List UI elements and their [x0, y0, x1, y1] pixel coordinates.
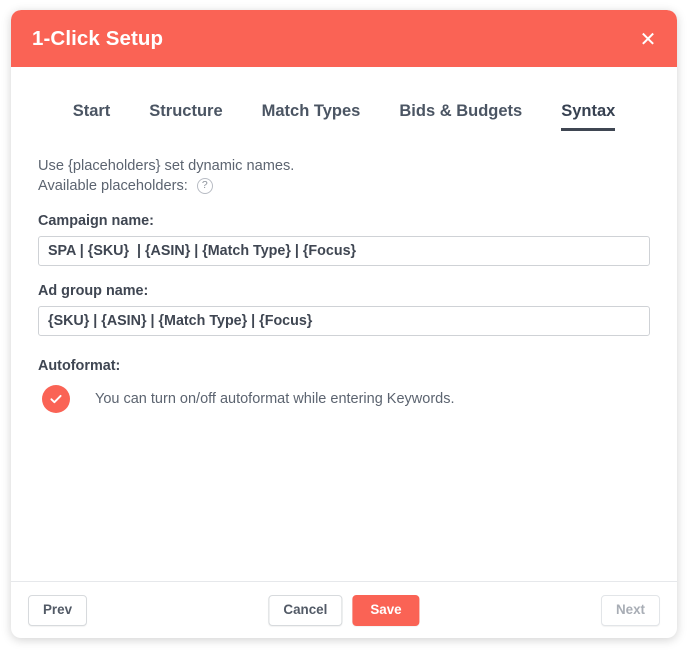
autoformat-label: Autoformat:	[38, 357, 121, 374]
dialog-header: 1-Click Setup ✕	[11, 10, 677, 67]
footer-center-actions: Cancel Save	[268, 594, 420, 626]
cancel-button[interactable]: Cancel	[268, 594, 343, 626]
intro-line-2-row: Available placeholders: ?	[38, 176, 650, 196]
next-button[interactable]: Next	[600, 594, 660, 626]
ad-group-name-label: Ad group name:	[38, 282, 149, 299]
save-button[interactable]: Save	[352, 594, 420, 626]
ad-group-name-group: Ad group name:	[38, 283, 650, 336]
autoformat-description: You can turn on/off autoformat while ent…	[95, 390, 455, 407]
campaign-name-label: Campaign name:	[38, 212, 154, 229]
check-icon	[50, 394, 62, 403]
syntax-panel: Use {placeholders} set dynamic names. Av…	[11, 156, 677, 413]
autoformat-checkbox[interactable]	[42, 384, 70, 413]
tab-match-types[interactable]: Match Types	[262, 102, 361, 128]
tab-start[interactable]: Start	[73, 102, 111, 128]
wizard-tabs: Start Structure Match Types Bids & Budge…	[11, 67, 677, 131]
close-icon[interactable]: ✕	[636, 27, 660, 51]
prev-button[interactable]: Prev	[28, 594, 88, 626]
campaign-name-input[interactable]	[38, 235, 650, 266]
one-click-setup-dialog: 1-Click Setup ✕ Start Structure Match Ty…	[11, 10, 677, 638]
dialog-body: Start Structure Match Types Bids & Budge…	[11, 67, 677, 581]
dialog-title: 1-Click Setup	[32, 26, 164, 50]
dialog-footer: Prev Cancel Save Next	[11, 581, 677, 638]
intro-text: Use {placeholders} set dynamic names. Av…	[38, 156, 650, 196]
ad-group-name-input[interactable]	[38, 305, 650, 336]
autoformat-group: Autoformat: You can turn on/off autoform…	[38, 358, 650, 413]
intro-line-1: Use {placeholders} set dynamic names.	[38, 157, 295, 174]
intro-line-2: Available placeholders:	[38, 177, 188, 194]
help-icon[interactable]: ?	[196, 177, 213, 194]
tab-syntax[interactable]: Syntax	[561, 102, 616, 131]
autoformat-row: You can turn on/off autoformat while ent…	[38, 384, 650, 413]
campaign-name-group: Campaign name:	[38, 213, 650, 266]
tab-structure[interactable]: Structure	[149, 102, 222, 128]
tab-bids-budgets[interactable]: Bids & Budgets	[399, 102, 522, 128]
